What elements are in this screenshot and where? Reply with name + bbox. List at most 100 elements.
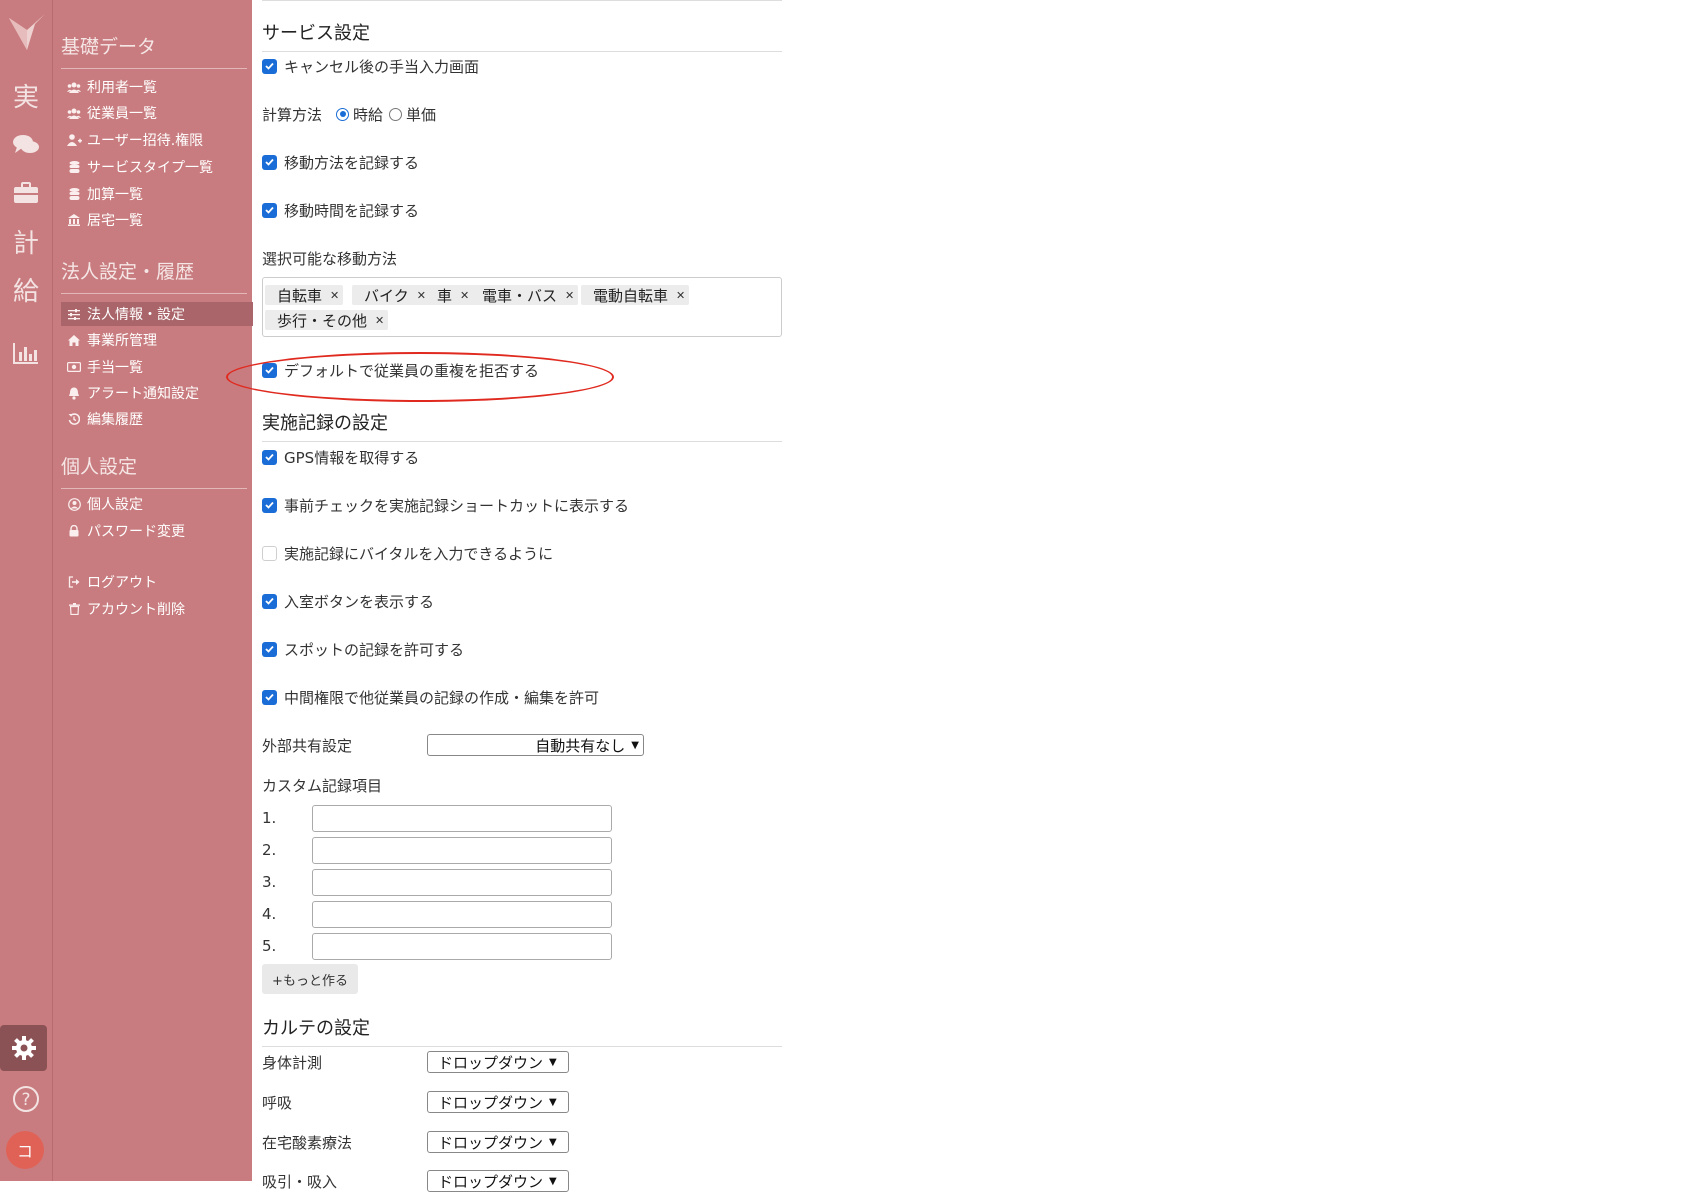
record-option-precheck[interactable]: 事前チェックを実施記録ショートカットに表示する [262,494,629,516]
custom-field-input-3[interactable] [312,869,612,896]
sidebar-section-title: 法人設定・履歴 [61,261,195,283]
karte-select-value: ドロップダウン [438,1053,544,1072]
sidebar-item-offices[interactable]: 事業所管理 [61,328,253,352]
checkbox[interactable] [262,593,277,609]
lock-icon [61,525,87,537]
sidebar-item-label: 手当一覧 [87,360,143,376]
rail-stats[interactable] [0,330,52,376]
tag-label: 歩行・その他 [277,311,368,330]
checkbox[interactable] [262,202,277,218]
record-option-spot[interactable]: スポットの記録を許可する [262,638,464,660]
karte-select-home-oxygen[interactable]: ドロップダウン ▼ [427,1131,569,1153]
tag-label: 自転車 [277,286,323,305]
karte-row-label: 在宅酸素療法 [262,1133,353,1152]
sidebar-item-label: 利用者一覧 [87,80,157,96]
history-icon [61,413,87,425]
rail-chat[interactable] [0,122,52,168]
database-icon [61,187,87,201]
radio-hourly[interactable] [336,107,350,121]
bell-icon [61,387,87,400]
gear-icon [11,1036,36,1060]
record-travel-time-option[interactable]: 移動時間を記録する [262,199,419,221]
radio-unit-price[interactable] [389,107,403,121]
sidebar-item-password[interactable]: パスワード変更 [61,519,253,543]
transport-methods-label: 選択可能な移動方法 [262,249,398,268]
karte-select-value: ドロップダウン [438,1133,544,1152]
sidebar-item-logout[interactable]: ログアウト [61,570,253,594]
custom-field-number: 4. [262,905,277,923]
rail-work[interactable] [0,170,52,216]
sidebar-item-label: 加算一覧 [87,187,143,203]
karte-select-suction[interactable]: ドロップダウン ▼ [427,1170,569,1192]
sidebar-item-invite[interactable]: ユーザー招待.権限 [61,128,253,152]
sidebar-item-label: パスワード変更 [87,524,185,540]
checkbox[interactable] [262,545,277,561]
sidebar-section-basic: 基礎データ [61,32,247,69]
custom-field-input-4[interactable] [312,901,612,928]
sidebar-item-label: アカウント削除 [87,602,185,618]
custom-field-input-1[interactable] [312,805,612,832]
record-option-vitals[interactable]: 実施記録にバイタルを入力できるように [262,542,553,564]
record-option-label: GPS情報を取得する [284,448,420,467]
sidebar-item-history[interactable]: 編集履歴 [61,407,253,431]
sidebar-item-employees[interactable]: 従業員一覧 [61,101,253,125]
record-option-gps[interactable]: GPS情報を取得する [262,446,419,468]
remove-tag-icon[interactable]: ✕ [565,289,574,302]
section-title-karte: カルテの設定 [262,1014,782,1047]
external-share-select[interactable]: 自動共有なし ▼ [427,734,644,756]
rail-help[interactable]: ? [0,1076,52,1122]
record-option-intermediate-permission[interactable]: 中間権限で他従業員の記録の作成・編集を許可 [262,686,599,708]
sidebar-item-additions[interactable]: 加算一覧 [61,182,253,206]
bar-chart-icon [13,343,38,364]
checkbox[interactable] [262,449,277,465]
sidebar-item-label: サービスタイプ一覧 [87,160,213,176]
record-transport-label: 移動方法を記録する [284,153,420,172]
custom-field-number: 5. [262,937,277,955]
sidebar-item-service-types[interactable]: サービスタイプ一覧 [61,155,253,179]
record-option-entry-button[interactable]: 入室ボタンを表示する [262,590,434,612]
transport-tags-input[interactable]: 自転車 ✕ バイク ✕ 車 ✕ 電車・バス ✕ 電動自転車 ✕ 歩行・その他 ✕ [262,277,782,337]
remove-tag-icon[interactable]: ✕ [375,314,384,327]
checkbox[interactable] [262,689,277,705]
rail-settings[interactable] [0,1025,47,1071]
app-logo-icon[interactable] [5,10,47,52]
karte-select-value: ドロップダウン [438,1093,544,1112]
checkbox[interactable] [262,154,277,170]
rail-records[interactable]: 実 [0,72,52,118]
sidebar-item-corporate-settings[interactable]: 法人情報・設定 [61,302,253,326]
sidebar-item-label: 事業所管理 [87,333,157,349]
remove-tag-icon[interactable]: ✕ [460,289,469,302]
remove-tag-icon[interactable]: ✕ [676,289,685,302]
user-plus-icon [61,134,87,146]
karte-select-respiration[interactable]: ドロップダウン ▼ [427,1091,569,1113]
radio-hourly-label: 時給 [353,105,384,124]
record-transport-option[interactable]: 移動方法を記録する [262,151,419,173]
rail-records-glyph: 実 [12,82,39,113]
karte-select-body-measure[interactable]: ドロップダウン ▼ [427,1051,569,1073]
sidebar-item-alerts[interactable]: アラート通知設定 [61,381,253,405]
add-more-fields-button[interactable]: +もっと作る [262,964,358,994]
sidebar-item-users[interactable]: 利用者一覧 [61,75,253,99]
checkbox[interactable] [262,58,277,74]
sidebar-item-personal-settings[interactable]: 個人設定 [61,492,253,516]
sidebar-item-allowances[interactable]: 手当一覧 [61,355,253,379]
sidebar-item-delete-account[interactable]: アカウント削除 [61,597,253,621]
chevron-down-icon: ▼ [549,1175,557,1187]
checkbox[interactable] [262,641,277,657]
custom-field-input-2[interactable] [312,837,612,864]
rail-plan[interactable]: 計 [0,218,52,264]
remove-tag-icon[interactable]: ✕ [330,289,339,302]
rail-plan-glyph: 計 [12,228,39,259]
cancel-allowance-option[interactable]: キャンセル後の手当入力画面 [262,55,479,77]
rail-pay[interactable]: 給 [0,266,52,312]
custom-field-input-5[interactable] [312,933,612,960]
checkbox[interactable] [262,497,277,513]
money-icon [61,362,87,372]
avatar[interactable]: コ [6,1131,44,1169]
sidebar-item-residences[interactable]: 居宅一覧 [61,208,253,232]
tag-label: バイク [364,286,409,305]
user-circle-icon [61,497,87,511]
sidebar-item-label: 法人情報・設定 [87,307,185,323]
karte-select-value: ドロップダウン [438,1172,544,1191]
briefcase-icon [14,182,38,203]
